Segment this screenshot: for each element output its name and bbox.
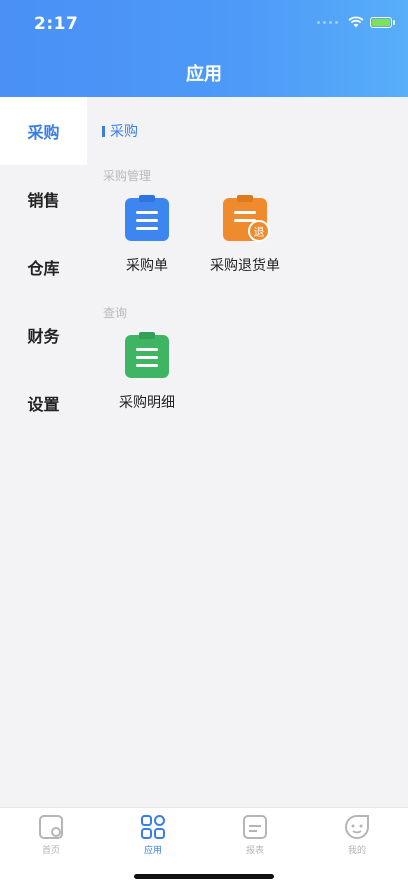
- app-label: 采购退货单: [210, 258, 280, 274]
- category-sidebar: 采购 销售 仓库 财务 设置: [0, 97, 87, 807]
- battery-icon: [370, 16, 395, 28]
- tab-profile[interactable]: 我的: [306, 814, 408, 856]
- sidebar-item-sales[interactable]: 销售: [0, 165, 87, 233]
- tab-apps[interactable]: 应用: [102, 814, 204, 856]
- app-label: 采购明细: [119, 395, 175, 411]
- tab-reports[interactable]: 报表: [204, 814, 306, 856]
- tab-home[interactable]: 首页: [0, 814, 102, 856]
- group-label-query: 查询: [103, 306, 128, 320]
- return-clipboard-icon: 退: [223, 195, 270, 242]
- home-icon: [38, 814, 64, 840]
- home-indicator: [134, 874, 274, 879]
- sidebar-item-settings[interactable]: 设置: [0, 369, 87, 437]
- sidebar-item-finance[interactable]: 财务: [0, 301, 87, 369]
- section-title: 采购: [102, 121, 138, 141]
- apps-grid-icon: [140, 814, 166, 840]
- profile-icon: [344, 814, 370, 840]
- signal-icon: [317, 20, 338, 24]
- clipboard-icon: [125, 195, 169, 241]
- sidebar-item-purchase[interactable]: 采购: [0, 97, 87, 165]
- clipboard-icon: [125, 332, 169, 378]
- tab-label: 我的: [347, 846, 366, 856]
- header: 2:17 应用: [0, 0, 408, 97]
- group-label-purchase-management: 采购管理: [103, 169, 152, 183]
- content-panel: 采购 采购管理 采购单 退 采购退货单 查询 采购明细: [87, 97, 408, 807]
- wifi-icon: [348, 16, 364, 28]
- sidebar-item-warehouse[interactable]: 仓库: [0, 233, 87, 301]
- report-icon: [242, 814, 268, 840]
- tab-label: 报表: [245, 846, 264, 856]
- section-bar: [102, 125, 105, 137]
- section-title-text: 采购: [110, 124, 138, 140]
- status-icons: [317, 16, 395, 28]
- tab-label: 应用: [143, 846, 162, 856]
- page-title: 应用: [186, 64, 222, 85]
- tab-label: 首页: [41, 846, 60, 856]
- app-purchase-return[interactable]: 退 采购退货单: [185, 195, 305, 275]
- app-purchase-detail[interactable]: 采购明细: [87, 332, 207, 412]
- status-time: 2:17: [34, 14, 79, 34]
- return-badge: 退: [254, 226, 265, 239]
